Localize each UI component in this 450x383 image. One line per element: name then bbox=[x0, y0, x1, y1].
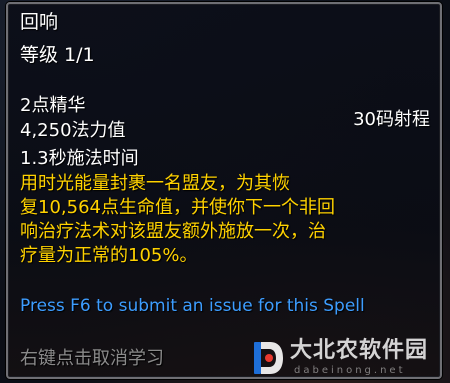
mana-cost: 4,250法力值 bbox=[20, 120, 126, 141]
cast-time: 1.3秒施法时间 bbox=[20, 148, 139, 169]
description-line: 复10,564点生命值，并使你下一个非回 bbox=[20, 197, 335, 218]
spell-tooltip: 回响 等级 1/1 2点精华 4,250法力值 30码射程 1.3秒施法时间 用… bbox=[6, 2, 442, 379]
essence-cost: 2点精华 bbox=[20, 95, 86, 116]
watermark-name: 大北农软件园 bbox=[290, 338, 429, 363]
site-watermark: 大北农软件园 dabeinong.net bbox=[250, 336, 446, 380]
spell-rank: 等级 1/1 bbox=[20, 44, 95, 66]
spell-name: 回响 bbox=[20, 11, 59, 33]
spell-description: 用时光能量封裹一名盟友，为其恢 复10,564点生命值，并使你下一个非回 响治疗… bbox=[20, 172, 430, 268]
description-line: 用时光能量封裹一名盟友，为其恢 bbox=[20, 173, 290, 194]
cancel-learn-hint: 右键点击取消学习 bbox=[20, 348, 164, 369]
watermark-logo-icon bbox=[254, 342, 283, 374]
game-screen: 回响 等级 1/1 2点精华 4,250法力值 30码射程 1.3秒施法时间 用… bbox=[0, 0, 450, 383]
watermark-url: dabeinong.net bbox=[294, 365, 406, 376]
description-line: 响治疗法术对该盟友额外施放一次，治 bbox=[20, 221, 326, 242]
description-line: 疗量为正常的105%。 bbox=[20, 245, 198, 266]
report-issue-link[interactable]: Press F6 to submit an issue for this Spe… bbox=[20, 298, 365, 315]
spell-range: 30码射程 bbox=[353, 109, 430, 130]
